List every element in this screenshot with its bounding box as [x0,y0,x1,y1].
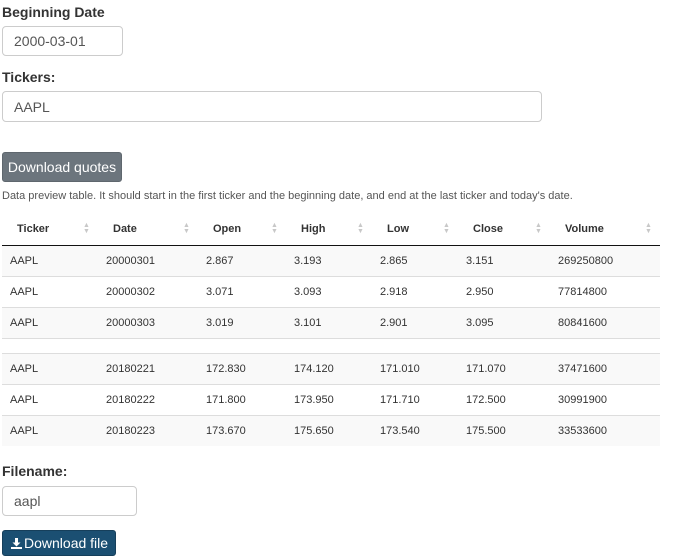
cell-ticker: AAPL [2,275,98,307]
download-file-button[interactable]: Download file [2,530,116,556]
column-header-low[interactable]: Low ▲ ▼ [372,213,458,246]
filename-label: Filename: [2,463,68,479]
cell-high: 175.650 [286,414,372,446]
column-header-close[interactable]: Close ▲ ▼ [458,213,550,246]
sort-icon: ▲ ▼ [535,222,542,235]
preview-table: Ticker ▲ ▼ Date ▲ ▼ Open ▲ ▼ High ▲ ▼ Low ▲ ▼ Close ▲ ▼ Vo… [2,213,660,446]
column-header-high[interactable]: High ▲ ▼ [286,213,372,246]
download-quotes-button[interactable]: Download quotes [2,152,122,182]
gap-cell [2,337,660,353]
cell-low: 171.710 [372,383,458,415]
cell-low: 2.918 [372,275,458,307]
cell-ticker: AAPL [2,245,98,276]
sort-icon: ▲ ▼ [645,222,652,235]
cell-ticker: AAPL [2,383,98,415]
column-header-date[interactable]: Date ▲ ▼ [98,213,198,246]
column-header-open[interactable]: Open ▲ ▼ [198,213,286,246]
cell-close: 175.500 [458,414,550,446]
table-row: AAPL 20180223 173.670 175.650 173.540 175.500… [2,414,660,446]
download-file-label: Download file [24,535,109,551]
cell-volume: 37471600 [550,352,660,384]
cell-volume: 269250800 [550,245,660,276]
preview-note: Data preview table. It should start in t… [2,190,573,202]
sort-icon: ▲ ▼ [83,222,90,235]
cell-date: 20180221 [98,352,198,384]
cell-date: 20180223 [98,414,198,446]
column-header-label: Close [473,222,503,235]
cell-low: 2.901 [372,306,458,338]
tickers-label: Tickers: [2,69,56,85]
table-row: AAPL 20000301 2.867 3.193 2.865 3.151 26925080… [2,245,660,276]
table-row: AAPL 20180221 172.830 174.120 171.010 171.070… [2,352,660,384]
column-header-label: Volume [565,222,604,235]
filename-input[interactable] [2,486,137,516]
cell-high: 3.101 [286,306,372,338]
cell-date: 20000301 [98,245,198,276]
cell-high: 174.120 [286,352,372,384]
sort-icon: ▲ ▼ [183,222,190,235]
cell-open: 172.830 [198,352,286,384]
cell-ticker: AAPL [2,306,98,338]
cell-low: 173.540 [372,414,458,446]
cell-volume: 80841600 [550,306,660,338]
cell-close: 3.095 [458,306,550,338]
sort-icon: ▲ ▼ [357,222,364,235]
sort-icon: ▲ ▼ [443,222,450,235]
cell-close: 3.151 [458,245,550,276]
cell-high: 3.193 [286,245,372,276]
table-row: AAPL 20000303 3.019 3.101 2.901 3.095 80841600 [2,306,660,338]
cell-ticker: AAPL [2,352,98,384]
cell-open: 171.800 [198,383,286,415]
cell-open: 3.019 [198,306,286,338]
column-header-label: Low [387,222,409,235]
cell-high: 173.950 [286,383,372,415]
cell-close: 2.950 [458,275,550,307]
cell-close: 172.500 [458,383,550,415]
table-header-row: Ticker ▲ ▼ Date ▲ ▼ Open ▲ ▼ High ▲ ▼ Low ▲ ▼ Close ▲ ▼ Vo… [2,213,660,246]
column-header-volume[interactable]: Volume ▲ ▼ [550,213,660,246]
cell-open: 173.670 [198,414,286,446]
column-header-ticker[interactable]: Ticker ▲ ▼ [2,213,98,246]
cell-low: 171.010 [372,352,458,384]
table-ellipsis-gap [2,337,660,353]
cell-close: 171.070 [458,352,550,384]
cell-low: 2.865 [372,245,458,276]
cell-open: 2.867 [198,245,286,276]
download-icon [11,538,22,549]
column-header-label: Open [213,222,242,235]
column-header-label: High [301,222,326,235]
cell-date: 20000303 [98,306,198,338]
sort-icon: ▲ ▼ [271,222,278,235]
beginning-date-input[interactable] [2,26,123,56]
tickers-input[interactable] [2,91,542,122]
beginning-date-label: Beginning Date [2,4,105,20]
cell-open: 3.071 [198,275,286,307]
table-row: AAPL 20180222 171.800 173.950 171.710 172.500… [2,383,660,415]
cell-date: 20180222 [98,383,198,415]
cell-date: 20000302 [98,275,198,307]
table-body: AAPL 20000301 2.867 3.193 2.865 3.151 26925080… [2,245,660,446]
cell-high: 3.093 [286,275,372,307]
table-row: AAPL 20000302 3.071 3.093 2.918 2.950 77814800 [2,275,660,307]
column-header-label: Date [113,222,137,235]
column-header-label: Ticker [17,222,50,235]
cell-ticker: AAPL [2,414,98,446]
cell-volume: 30991900 [550,383,660,415]
cell-volume: 33533600 [550,414,660,446]
cell-volume: 77814800 [550,275,660,307]
